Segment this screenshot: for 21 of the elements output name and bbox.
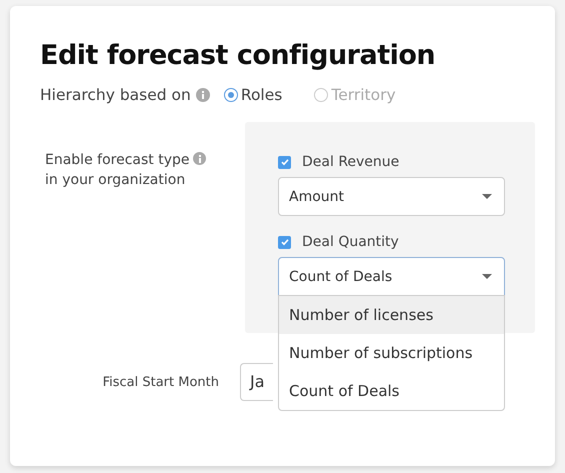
checkbox[interactable] — [278, 156, 291, 168]
dialog-title: Edit forecast configuration — [40, 39, 436, 73]
radio-option[interactable]: Roles — [224, 86, 282, 104]
checkbox-label: Deal Revenue — [302, 154, 400, 170]
dropdown-option[interactable]: Number of subscriptions — [279, 334, 504, 372]
info-icon — [196, 88, 210, 102]
check-icon — [280, 237, 290, 247]
forecast-type-label: Enable forecast type in your organization — [45, 151, 190, 190]
info-icon — [193, 152, 206, 165]
caret-icon — [482, 194, 492, 199]
select-field[interactable]: Count of Deals — [278, 257, 505, 296]
dropdown-option[interactable]: Count of Deals — [279, 372, 504, 410]
caret-icon — [482, 274, 492, 279]
fiscal-month-label: Fiscal Start Month — [102, 374, 219, 390]
month-select[interactable]: Ja — [240, 363, 273, 401]
check-icon — [280, 157, 290, 167]
select-field[interactable]: Amount — [278, 177, 505, 216]
dropdown-option[interactable]: Number of licenses — [279, 296, 504, 334]
hierarchy-label: Hierarchy based on — [40, 86, 191, 104]
checkbox[interactable] — [278, 236, 291, 248]
checkbox-label: Deal Quantity — [302, 234, 399, 250]
